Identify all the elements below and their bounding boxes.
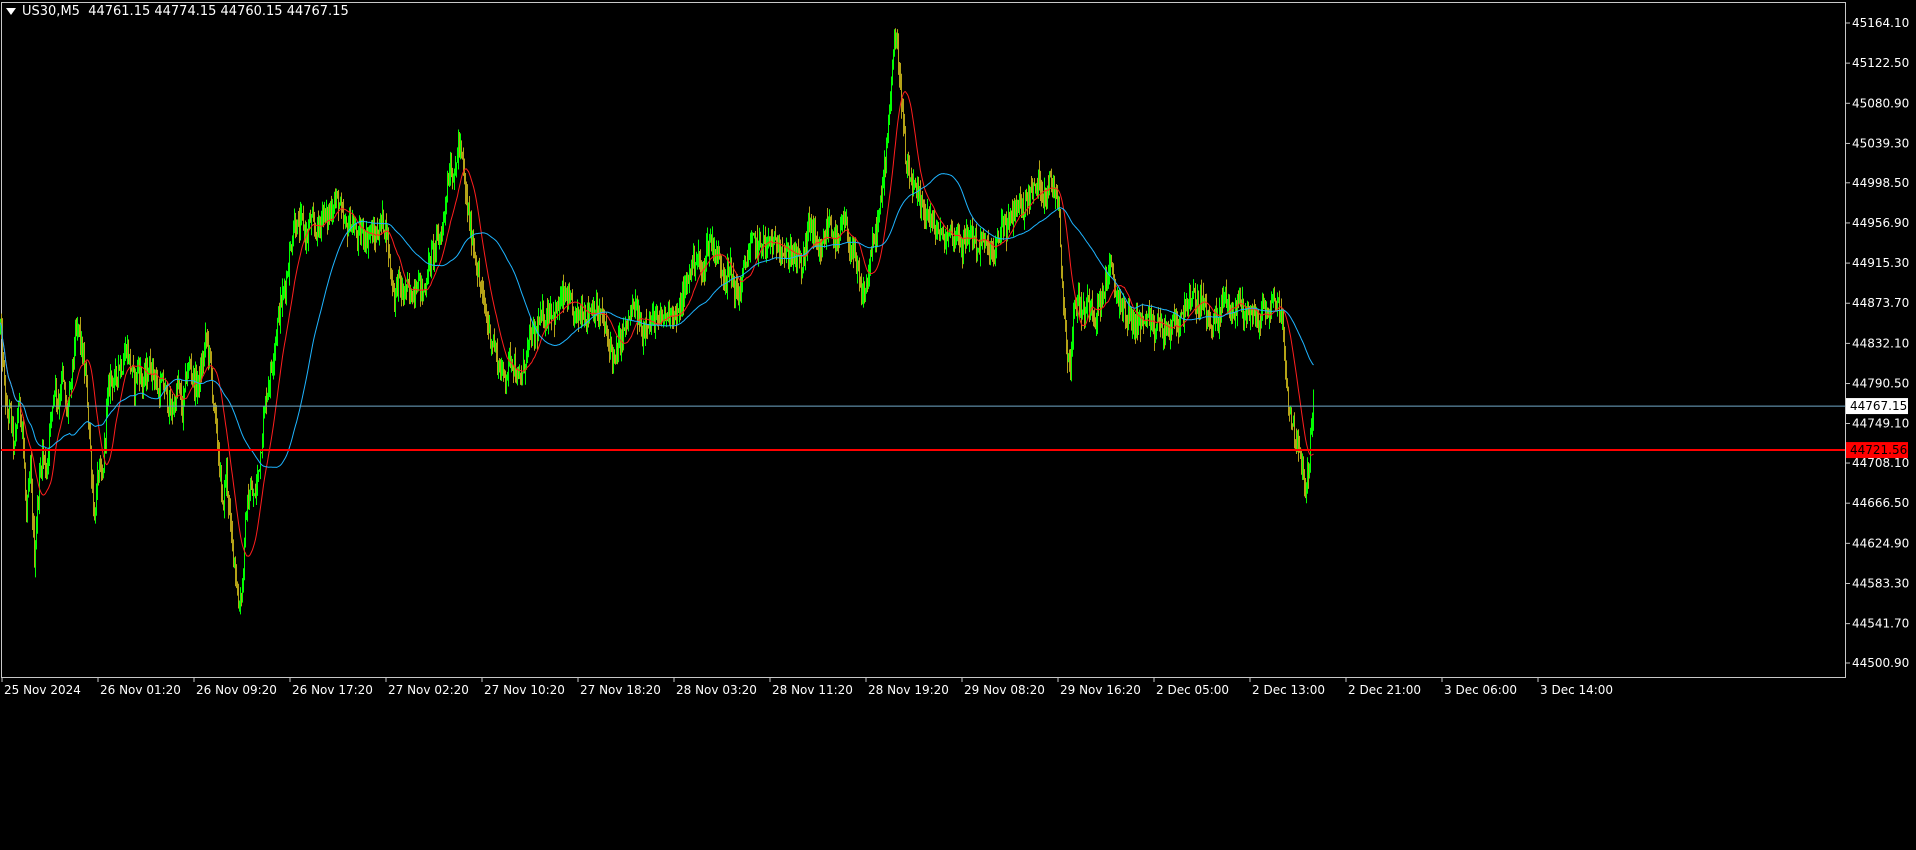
current-price-label: 44767.15 <box>1850 399 1907 413</box>
y-tick-label: 44790.50 <box>1852 377 1909 391</box>
x-tick-label: 26 Nov 17:20 <box>292 683 373 697</box>
x-tick-label: 28 Nov 19:20 <box>868 683 949 697</box>
dropdown-triangle-icon[interactable] <box>6 8 16 15</box>
x-tick-label: 26 Nov 01:20 <box>100 683 181 697</box>
x-tick-label: 28 Nov 03:20 <box>676 683 757 697</box>
x-tick-label: 29 Nov 08:20 <box>964 683 1045 697</box>
y-tick-label: 44666.50 <box>1852 496 1909 510</box>
x-tick-label: 2 Dec 21:00 <box>1348 683 1421 697</box>
chart-header: US30,M5 44761.15 44774.15 44760.15 44767… <box>6 4 349 19</box>
y-tick-label: 44749.10 <box>1852 416 1909 430</box>
y-tick-label: 45122.50 <box>1852 56 1909 70</box>
x-tick-label: 2 Dec 05:00 <box>1156 683 1229 697</box>
y-tick-label: 44956.90 <box>1852 216 1909 230</box>
ma-fast-line <box>0 91 1314 557</box>
plot-frame <box>1 2 1846 678</box>
x-tick-label: 27 Nov 02:20 <box>388 683 469 697</box>
y-tick-label: 45039.30 <box>1852 136 1909 150</box>
x-tick-label: 3 Dec 14:00 <box>1540 683 1613 697</box>
x-tick-label: 27 Nov 18:20 <box>580 683 661 697</box>
y-tick-label: 44500.90 <box>1852 656 1909 670</box>
x-tick-label: 25 Nov 2024 <box>4 683 81 697</box>
x-tick-label: 2 Dec 13:00 <box>1252 683 1325 697</box>
y-tick-label: 44541.70 <box>1852 617 1909 631</box>
y-tick-label: 44583.30 <box>1852 576 1909 590</box>
x-tick-label: 28 Nov 11:20 <box>772 683 853 697</box>
x-tick-label: 3 Dec 06:00 <box>1444 683 1517 697</box>
chart-svg: 45164.10 45122.50 45080.90 45039.30 44998.50… <box>0 2 1909 697</box>
x-tick-label: 26 Nov 09:20 <box>196 683 277 697</box>
x-tick-label: 27 Nov 10:20 <box>484 683 565 697</box>
x-tick-label: 29 Nov 16:20 <box>1060 683 1141 697</box>
ohlc-values: 44761.15 44774.15 44760.15 44767.15 <box>88 4 349 19</box>
y-tick-label: 44915.30 <box>1852 256 1909 270</box>
y-tick-label: 45080.90 <box>1852 96 1909 110</box>
y-tick-label: 45164.10 <box>1852 16 1909 30</box>
y-tick-label: 44832.10 <box>1852 336 1909 350</box>
symbol-timeframe: US30,M5 <box>22 4 80 19</box>
y-tick-label: 44624.90 <box>1852 536 1909 550</box>
y-tick-label: 44708.10 <box>1852 456 1909 470</box>
chart-container[interactable]: 45164.10 45122.50 45080.90 45039.30 44998.50… <box>0 0 1916 850</box>
y-tick-label: 44998.50 <box>1852 176 1909 190</box>
y-tick-label: 44873.70 <box>1852 296 1909 310</box>
level-label: 44721.56 <box>1850 443 1907 457</box>
